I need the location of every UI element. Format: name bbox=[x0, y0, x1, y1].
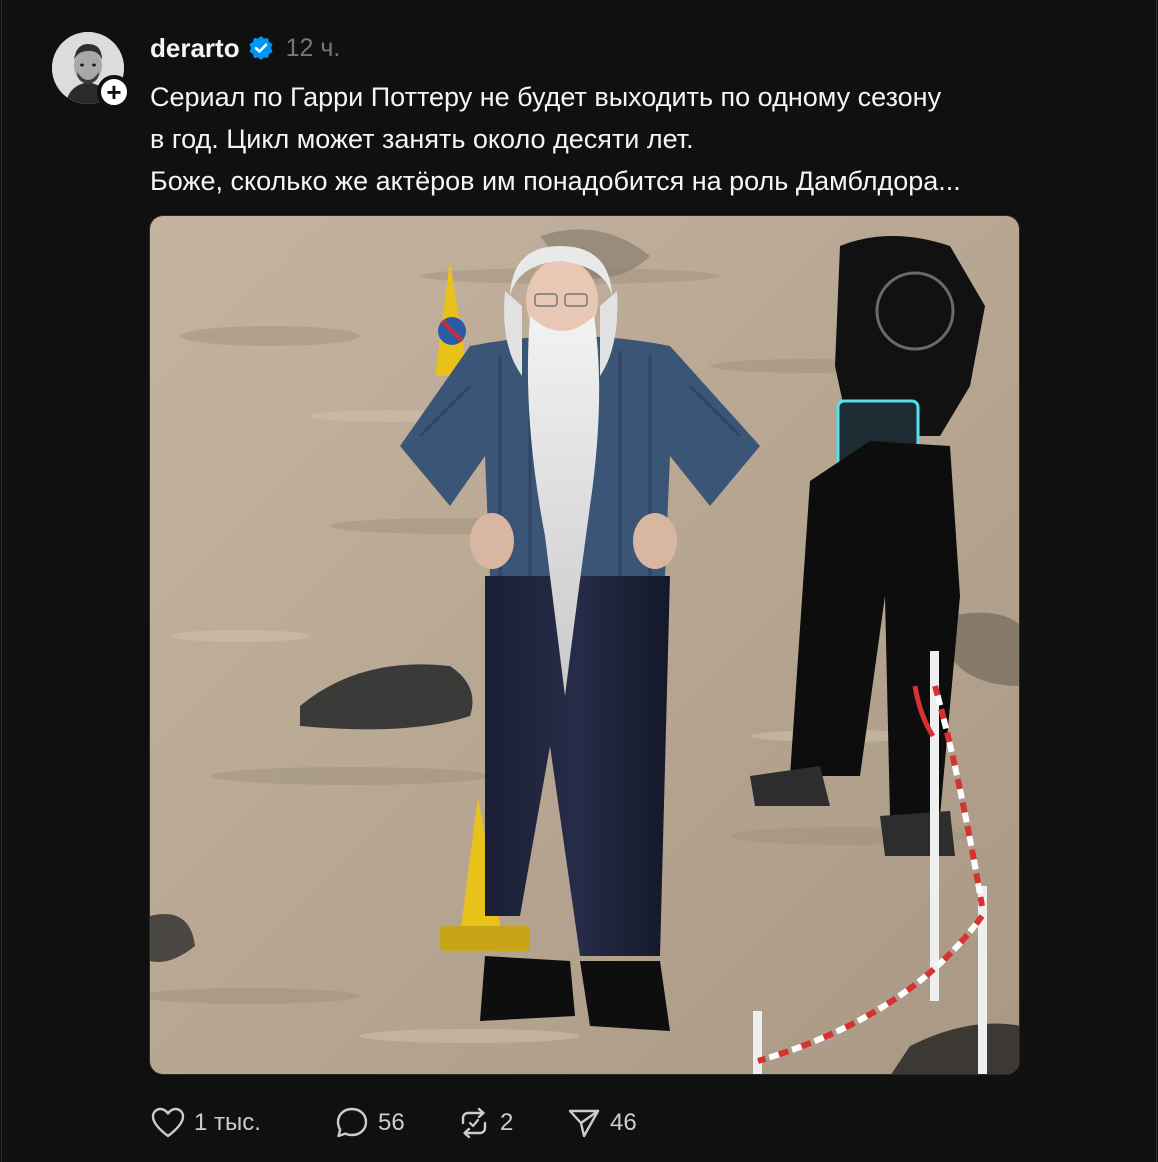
like-count: 1 тыс. bbox=[194, 1109, 261, 1136]
send-icon bbox=[566, 1105, 602, 1141]
repost-count: 2 bbox=[500, 1109, 514, 1136]
post-timestamp[interactable]: 12 ч. bbox=[286, 34, 341, 63]
thread-post: + derarto 12 ч. Сериал по Гарри Поттеру … bbox=[0, 0, 1158, 1162]
post-text: Сериал по Гарри Поттеру не будет выходит… bbox=[150, 76, 1110, 202]
post-actions: 1 тыс. 56 2 46 bbox=[150, 1100, 686, 1146]
repost-icon bbox=[456, 1105, 492, 1141]
share-count: 46 bbox=[610, 1109, 637, 1136]
comment-button[interactable]: 56 bbox=[334, 1100, 456, 1146]
username-link[interactable]: derarto bbox=[150, 33, 240, 64]
comment-count: 56 bbox=[378, 1109, 405, 1136]
avatar-container[interactable]: + bbox=[52, 32, 131, 109]
repost-button[interactable]: 2 bbox=[456, 1100, 566, 1146]
follow-plus-button[interactable]: + bbox=[97, 75, 131, 109]
post-photo[interactable] bbox=[149, 215, 1020, 1075]
post-text-line: Сериал по Гарри Поттеру не будет выходит… bbox=[150, 82, 942, 112]
share-button[interactable]: 46 bbox=[566, 1100, 686, 1146]
like-button[interactable]: 1 тыс. bbox=[150, 1100, 334, 1146]
photo-illustration bbox=[150, 216, 1019, 1074]
verified-badge-icon bbox=[249, 36, 273, 60]
comment-bubble-icon bbox=[334, 1105, 370, 1141]
heart-icon bbox=[150, 1105, 186, 1141]
post-text-line: Боже, сколько же актёров им понадобится … bbox=[150, 166, 961, 196]
post-text-line: в год. Цикл может занять около десяти ле… bbox=[150, 124, 694, 154]
post-header: derarto 12 ч. bbox=[150, 30, 340, 66]
